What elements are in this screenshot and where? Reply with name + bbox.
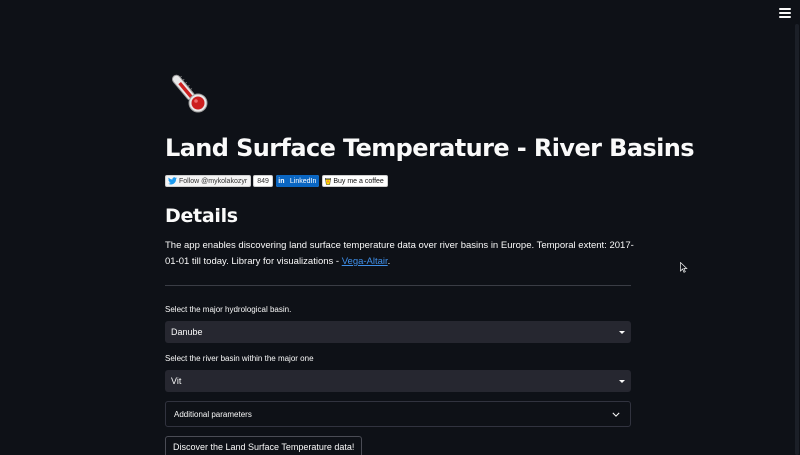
scrollbar[interactable] [795, 24, 799, 455]
major-basin-select[interactable]: Danube [165, 321, 631, 343]
details-text: The app enables discovering land surface… [165, 240, 634, 267]
details-heading: Details [165, 205, 238, 227]
discover-data-button[interactable]: Discover the Land Surface Temperature da… [165, 436, 363, 455]
page-title: Land Surface Temperature - River Basins [165, 134, 695, 162]
twitter-follow-badge[interactable]: Follow @mykolakozyr [165, 175, 252, 187]
linkedin-badge[interactable]: in LinkedIn [275, 175, 320, 187]
details-text-end: . [387, 256, 391, 267]
coffee-label: Buy me a coffee [333, 177, 384, 185]
major-basin-label: Select the major hydrological basin. [165, 305, 292, 314]
river-basin-select[interactable]: Vit [165, 370, 631, 392]
thermometer-icon [171, 74, 208, 113]
buy-me-a-coffee-badge[interactable]: Buy me a coffee [322, 175, 388, 187]
twitter-icon [168, 177, 177, 185]
twitter-follower-count[interactable]: 849 [253, 175, 273, 187]
linkedin-label: LinkedIn [286, 175, 320, 187]
hamburger-menu-icon[interactable] [779, 8, 791, 18]
details-paragraph: The app enables discovering land surface… [165, 238, 635, 270]
coffee-cup-icon [325, 178, 332, 185]
twitter-follow-label: Follow @mykolakozyr [179, 177, 248, 185]
social-badges: Follow @mykolakozyr 849 in LinkedIn Buy … [165, 175, 388, 187]
additional-parameters-expander[interactable]: Additional parameters [165, 401, 631, 427]
river-basin-label: Select the river basin within the major … [165, 354, 314, 363]
mouse-pointer-icon [680, 262, 688, 273]
divider [165, 285, 631, 286]
major-basin-value: Danube [171, 327, 203, 337]
expander-label: Additional parameters [174, 409, 252, 419]
caret-down-icon [619, 330, 625, 334]
chevron-down-icon [612, 412, 620, 417]
vega-altair-link[interactable]: Vega-Altair [342, 256, 388, 267]
river-basin-value: Vit [171, 376, 182, 386]
linkedin-icon: in [275, 175, 287, 187]
caret-down-icon [619, 379, 625, 383]
